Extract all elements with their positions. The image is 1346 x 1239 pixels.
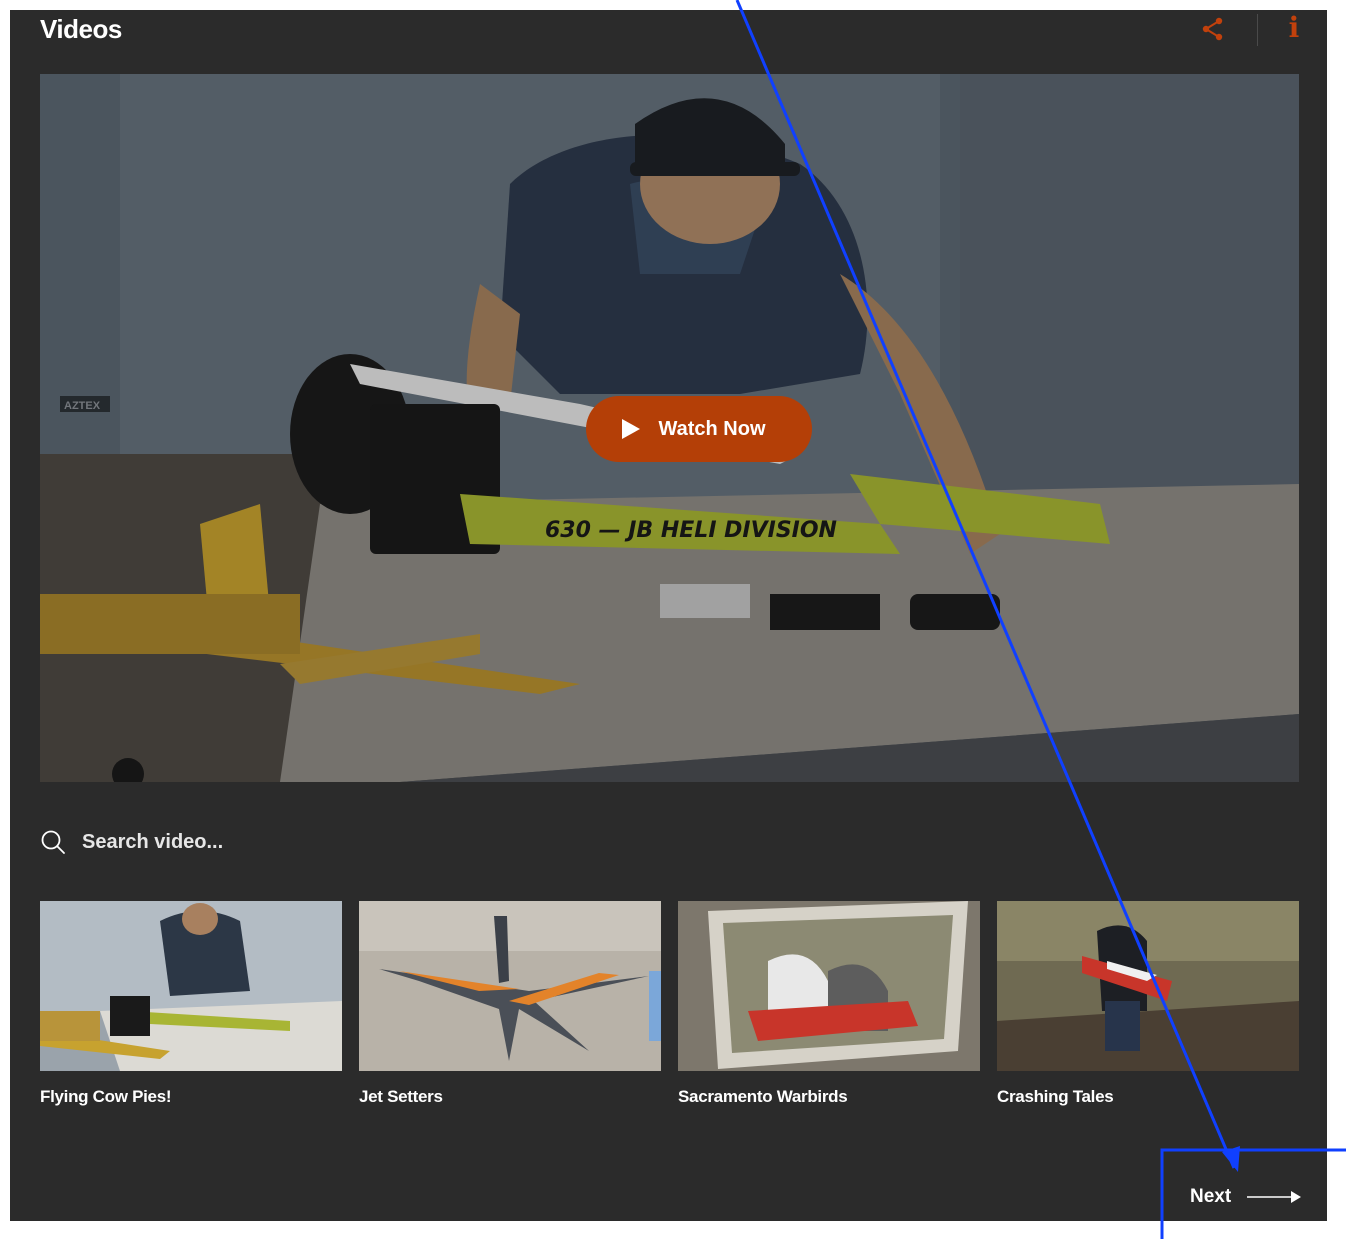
share-icon[interactable] [1200, 16, 1226, 42]
video-card-crashing-tales[interactable]: Crashing Tales [997, 901, 1299, 1107]
video-thumbnail[interactable] [40, 901, 342, 1071]
search-bar [40, 824, 640, 860]
video-title[interactable]: Flying Cow Pies! [40, 1087, 342, 1107]
video-title[interactable]: Sacramento Warbirds [678, 1087, 980, 1107]
page: Videos i AZTEX 630 — JB HELI DIVISION Wa… [0, 0, 1346, 1239]
arrow-right-icon [1247, 1191, 1302, 1203]
video-card-flying-cow-pies[interactable]: Flying Cow Pies! [40, 901, 342, 1107]
watch-now-label: Watch Now [658, 417, 766, 440]
search-icon [41, 830, 65, 854]
video-thumbnail[interactable] [997, 901, 1299, 1071]
header-divider [1257, 14, 1258, 46]
videos-panel: Videos i AZTEX 630 — JB HELI DIVISION Wa… [10, 10, 1327, 1221]
video-title[interactable]: Jet Setters [359, 1087, 661, 1107]
video-list: Flying Cow Pies! Jet Setters Sacramento … [40, 901, 1299, 1121]
video-card-sacramento-warbirds[interactable]: Sacramento Warbirds [678, 901, 980, 1107]
video-title[interactable]: Crashing Tales [997, 1087, 1299, 1107]
next-button[interactable]: Next [1190, 1186, 1302, 1208]
video-card-jet-setters[interactable]: Jet Setters [359, 901, 661, 1107]
next-label: Next [1190, 1186, 1232, 1207]
info-icon[interactable]: i [1284, 12, 1304, 44]
section-title: Videos [40, 14, 122, 44]
video-thumbnail[interactable] [678, 901, 980, 1071]
search-input[interactable] [82, 830, 502, 854]
play-icon [622, 419, 641, 439]
watch-now-button[interactable]: Watch Now [586, 396, 812, 462]
featured-video[interactable]: AZTEX 630 — JB HELI DIVISION Watch Now [40, 74, 1299, 782]
video-thumbnail[interactable] [359, 901, 661, 1071]
